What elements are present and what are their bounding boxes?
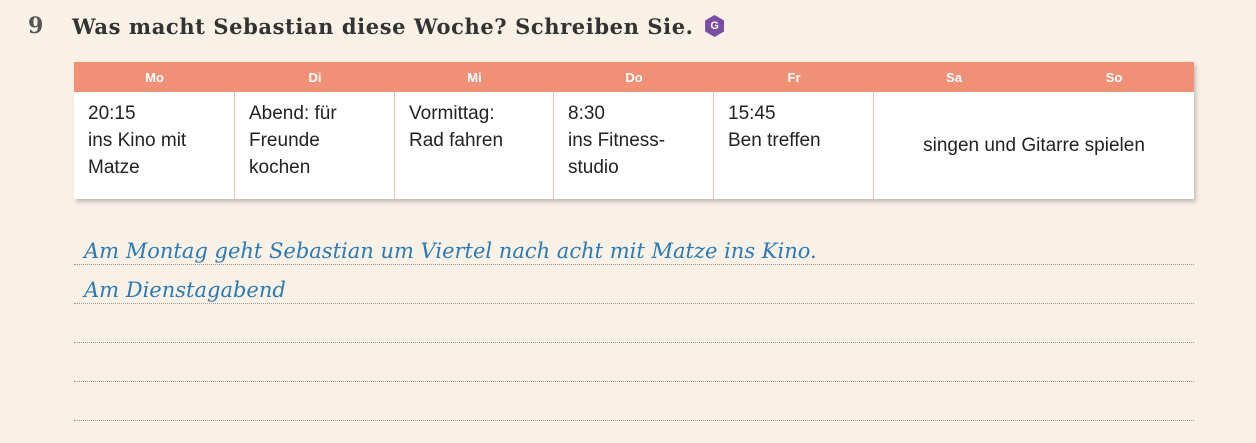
day-header-tuesday: Di: [308, 69, 322, 85]
answer-writing-area: Am Montag geht Sebastian um Viertel nach…: [74, 226, 1194, 421]
answer-line-5[interactable]: [74, 382, 1194, 421]
schedule-header-row: Mo Di Mi Do Fr Sa So: [74, 62, 1194, 92]
cell-line: Ben treffen: [728, 130, 821, 151]
cell-line: Freunde: [249, 130, 320, 151]
day-header-saturday: Sa: [946, 69, 962, 85]
day-header-friday: Fr: [787, 69, 801, 85]
cell-line: kochen: [249, 157, 311, 178]
cell-line: Vormittag:: [409, 103, 495, 124]
cell-line: Rad fahren: [409, 130, 504, 151]
answer-line-2[interactable]: Am Dienstagabend: [74, 265, 1194, 304]
weekend-activity: singen und Gitarre spielen: [923, 135, 1145, 156]
cell-line: ins Fitness-: [568, 130, 666, 151]
handwritten-answer: Am Montag geht Sebastian um Viertel nach…: [84, 239, 817, 263]
schedule-cell-friday: 15:45 Ben treffen: [714, 92, 874, 199]
schedule-cell-monday: 20:15 ins Kino mit Matze: [74, 92, 235, 199]
day-header-sunday: So: [1105, 69, 1123, 85]
schedule-cell-tuesday: Abend: für Freunde kochen: [235, 92, 395, 199]
handwritten-answer: Am Dienstagabend: [84, 278, 286, 302]
cell-line: Abend: für: [249, 103, 337, 124]
day-header-thursday: Do: [625, 69, 643, 85]
day-header-wednesday: Mi: [467, 69, 482, 85]
cell-line: 15:45: [728, 103, 776, 124]
day-header-monday: Mo: [145, 69, 164, 85]
answer-line-4[interactable]: [74, 343, 1194, 382]
schedule-cell-thursday: 8:30 ins Fitness- studio: [554, 92, 714, 199]
cell-line: Matze: [88, 157, 140, 178]
exercise-header: 9 Was macht Sebastian diese Woche? Schre…: [28, 8, 726, 44]
schedule-body-row: 20:15 ins Kino mit Matze Abend: für Freu…: [74, 92, 1194, 199]
schedule-cell-wednesday: Vormittag: Rad fahren: [395, 92, 554, 199]
cell-line: studio: [568, 157, 619, 178]
cell-line: 20:15: [88, 103, 136, 124]
answer-line-3[interactable]: [74, 304, 1194, 343]
answer-line-1[interactable]: Am Montag geht Sebastian um Viertel nach…: [74, 226, 1194, 265]
cell-line: 8:30: [568, 103, 605, 124]
schedule-cell-weekend: singen und Gitarre spielen: [874, 92, 1194, 199]
cell-line: ins Kino mit: [88, 130, 187, 151]
grammar-badge-icon: G: [705, 15, 725, 37]
exercise-title: Was macht Sebastian diese Woche? Schreib…: [72, 13, 694, 39]
weekly-schedule-table: Mo Di Mi Do Fr Sa So 20:15 ins Kino mit …: [74, 62, 1194, 199]
exercise-number: 9: [28, 13, 44, 39]
